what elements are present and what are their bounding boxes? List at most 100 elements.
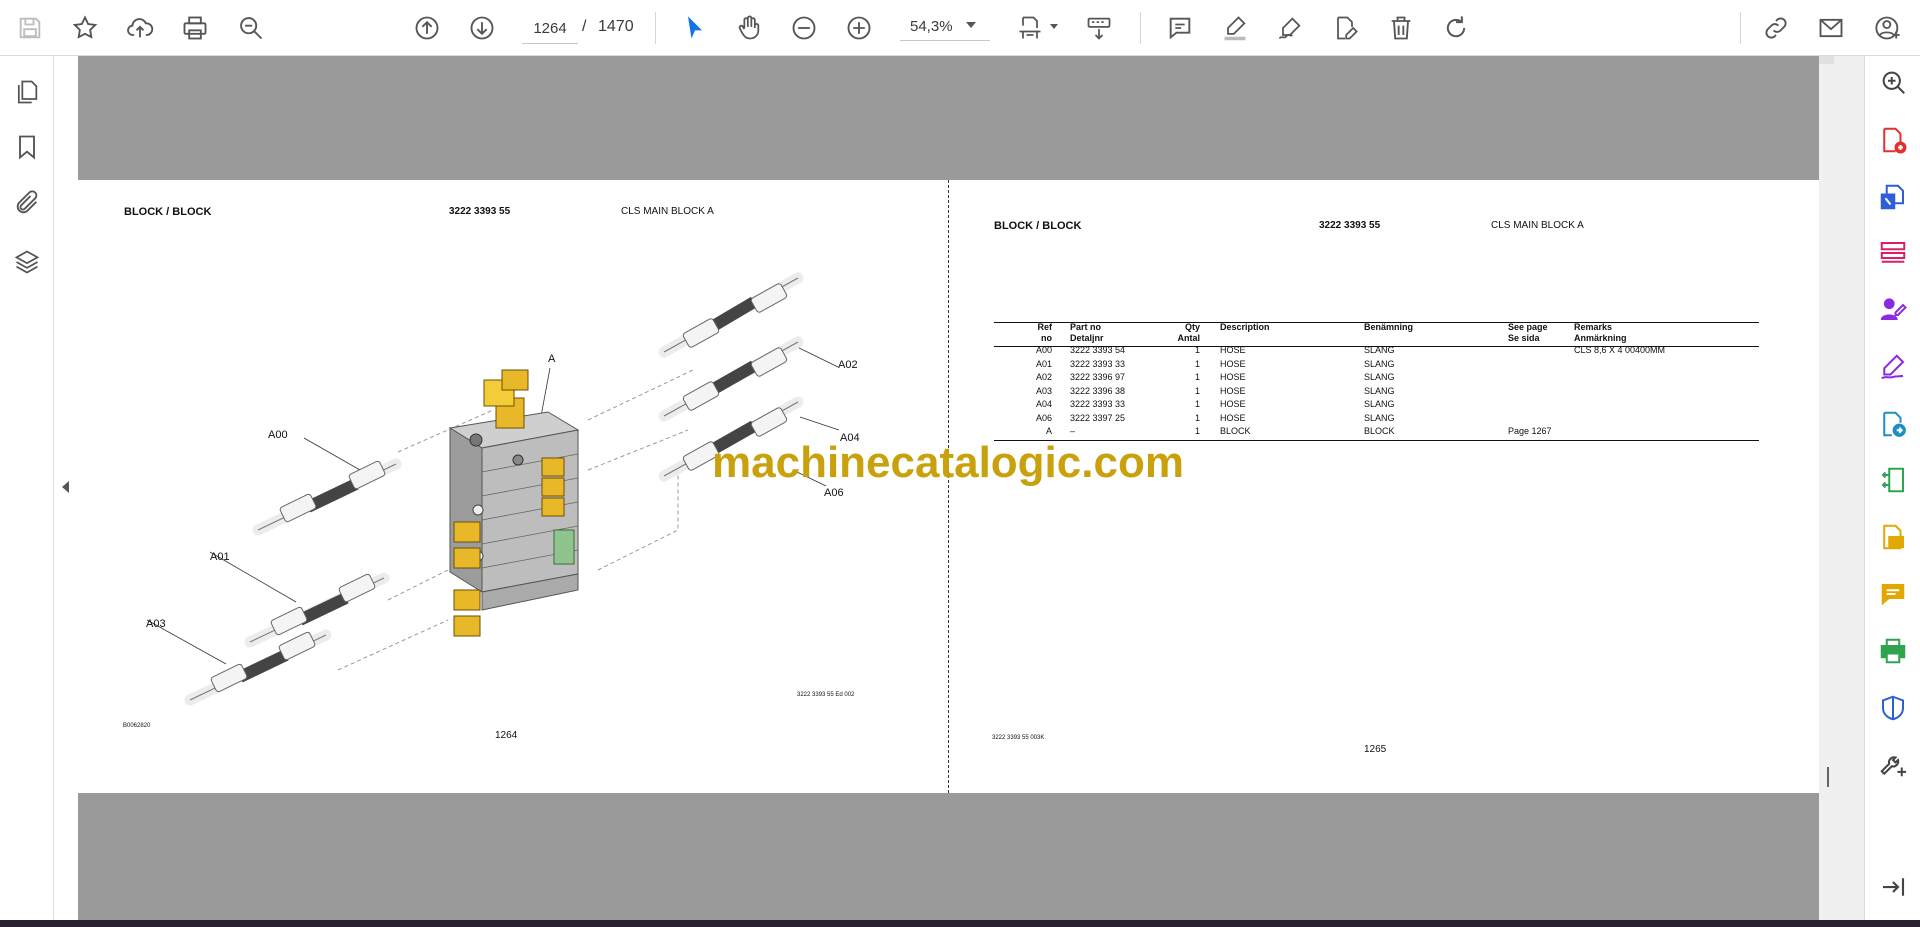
- zoom-search-icon[interactable]: [1877, 66, 1909, 98]
- table-cell-part: 3222 3393 33: [1070, 399, 1126, 409]
- document-viewer[interactable]: BLOCK / BLOCK 3222 3393 55 CLS MAIN BLOC…: [78, 56, 1819, 920]
- scan-ocr-icon[interactable]: [1877, 521, 1909, 553]
- collapse-left-panel-icon[interactable]: [62, 481, 69, 493]
- rotate-icon[interactable]: [1438, 10, 1474, 46]
- print-production-icon[interactable]: [1877, 635, 1909, 667]
- collapse-panel-icon[interactable]: [1877, 871, 1909, 903]
- layers-icon[interactable]: [11, 246, 43, 278]
- save-icon[interactable]: [12, 10, 48, 46]
- zoom-out-icon[interactable]: [786, 10, 822, 46]
- table-cell-desc: BLOCK: [1220, 426, 1251, 436]
- highlight-icon[interactable]: [1217, 10, 1253, 46]
- zoom-search-icon[interactable]: [233, 10, 269, 46]
- fit-page-icon[interactable]: [1012, 10, 1048, 46]
- table-cell-rem: [1572, 385, 1766, 399]
- table-row: A04 3222 3393 33 1 HOSE SLANG: [994, 398, 1766, 412]
- hand-icon[interactable]: [731, 10, 767, 46]
- table-cell-desc: HOSE: [1220, 399, 1246, 409]
- table-cell-ben: SLANG: [1364, 399, 1395, 409]
- bookmark-star-icon[interactable]: [67, 10, 103, 46]
- label-a03: A03: [146, 618, 166, 630]
- chevron-down-icon[interactable]: [966, 22, 976, 28]
- right-footer-reference: 3222 3393 55 003K: [992, 735, 1045, 741]
- table-cell-part: –: [1070, 426, 1076, 436]
- column-part: Part no Detaljnr: [1070, 322, 1104, 343]
- request-signature-icon[interactable]: [1877, 294, 1909, 326]
- sign-icon[interactable]: [1272, 10, 1308, 46]
- table-cell-ben: SLANG: [1364, 385, 1395, 396]
- label-a06: A06: [824, 487, 844, 499]
- send-review-icon[interactable]: [1877, 408, 1909, 440]
- page-down-icon[interactable]: [464, 10, 500, 46]
- table-cell-rem: [1572, 412, 1766, 426]
- watermark-text: machinecatalogic.com: [712, 438, 1184, 487]
- scroll-thumb[interactable]: [1819, 56, 1834, 64]
- organize-pages-icon[interactable]: [1877, 237, 1909, 269]
- table-cell-part: 3222 3396 38: [1070, 385, 1126, 396]
- bookmark-icon[interactable]: [11, 131, 43, 163]
- chevron-down-icon[interactable]: [1050, 24, 1058, 29]
- top-toolbar: / 1470 54,3%: [0, 0, 1920, 56]
- table-cell-qty: 1: [1194, 399, 1200, 409]
- label-a01: A01: [210, 551, 230, 563]
- account-icon[interactable]: [1870, 10, 1906, 46]
- table-cell-see: [1506, 398, 1572, 412]
- more-tools-icon[interactable]: [1877, 749, 1909, 781]
- edit-icon[interactable]: [1327, 10, 1363, 46]
- table-cell-ben: SLANG: [1364, 372, 1395, 382]
- compress-pdf-icon[interactable]: [1877, 464, 1909, 496]
- column-qty: Qty Antal: [1177, 322, 1201, 343]
- image-reference: B0062820: [123, 723, 151, 729]
- table-cell-ben: SLANG: [1364, 412, 1395, 423]
- table-cell-desc: HOSE: [1220, 372, 1246, 382]
- pages-icon[interactable]: [11, 76, 43, 108]
- protect-icon[interactable]: [1877, 692, 1909, 724]
- delete-icon[interactable]: [1383, 10, 1419, 46]
- attachment-icon[interactable]: [11, 187, 43, 219]
- add-comment-icon[interactable]: [1877, 578, 1909, 610]
- toolbar-divider: [1140, 12, 1141, 44]
- right-page-name: CLS MAIN BLOCK A: [1491, 220, 1584, 231]
- table-row: A03 3222 3396 38 1 HOSE SLANG: [994, 385, 1766, 399]
- fill-sign-icon[interactable]: [1877, 351, 1909, 383]
- vertical-scrollbar[interactable]: [1819, 56, 1864, 920]
- table-cell-ref: A06: [1035, 412, 1052, 423]
- table-row: A01 3222 3393 33 1 HOSE SLANG: [994, 358, 1766, 372]
- hose-a02: [658, 272, 804, 358]
- link-icon[interactable]: [1758, 10, 1794, 46]
- table-cell-qty: 1: [1194, 426, 1200, 436]
- select-cursor-icon[interactable]: [677, 10, 713, 46]
- page-number-input[interactable]: [522, 13, 578, 44]
- hose-a01: [244, 572, 390, 648]
- valve-block-a: [448, 369, 580, 637]
- right-page-title: BLOCK / BLOCK: [994, 220, 1082, 232]
- table-cell-ref: A03: [1035, 385, 1052, 396]
- page-up-icon[interactable]: [409, 10, 445, 46]
- table-cell-desc: HOSE: [1220, 385, 1246, 396]
- page-total: 1470: [598, 18, 634, 35]
- zoom-value: 54,3%: [910, 18, 953, 35]
- upload-cloud-icon[interactable]: [122, 10, 158, 46]
- export-pdf-icon[interactable]: [1877, 181, 1909, 213]
- print-icon[interactable]: [177, 10, 213, 46]
- toolbar-divider: [1740, 12, 1741, 44]
- label-a00: A00: [268, 429, 288, 441]
- hose-a00: [252, 458, 402, 536]
- hose-a04: [658, 336, 804, 422]
- table-cell-ref: A: [1045, 426, 1052, 436]
- zoom-in-icon[interactable]: [841, 10, 877, 46]
- table-cell-qty: 1: [1194, 385, 1200, 396]
- resize-handle[interactable]: [1827, 767, 1829, 787]
- table-cell-desc: HOSE: [1220, 358, 1246, 369]
- table-cell-rem: [1572, 371, 1766, 385]
- scroll-mode-icon[interactable]: [1081, 10, 1117, 46]
- create-pdf-icon[interactable]: [1877, 124, 1909, 156]
- table-cell-part: 3222 3393 33: [1070, 358, 1126, 369]
- comment-icon[interactable]: [1162, 10, 1198, 46]
- table-row: A – 1 BLOCK BLOCK Page 1267: [994, 425, 1766, 439]
- email-icon[interactable]: [1813, 10, 1849, 46]
- table-cell-part: 3222 3397 25: [1070, 412, 1126, 423]
- column-benamning: Benämning: [1364, 322, 1414, 332]
- label-a02: A02: [838, 359, 858, 371]
- zoom-level-select[interactable]: 54,3%: [900, 13, 990, 41]
